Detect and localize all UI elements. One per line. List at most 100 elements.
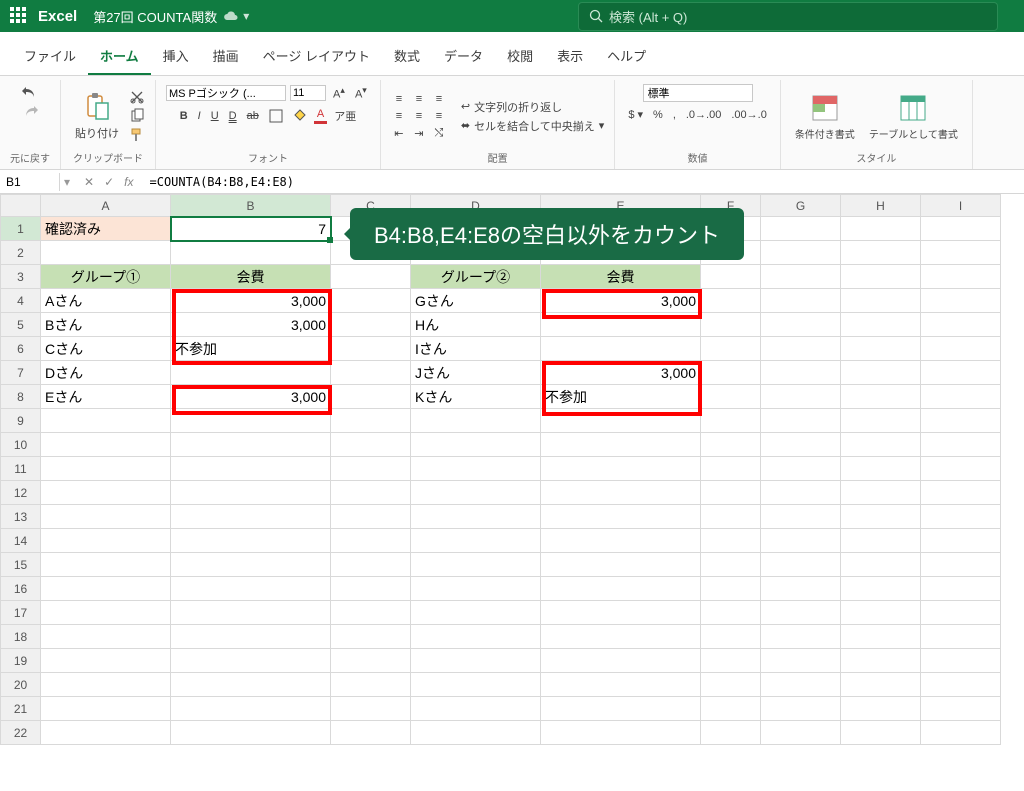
cell-D4[interactable]: Gさん bbox=[411, 289, 541, 313]
cell-E20[interactable] bbox=[541, 673, 701, 697]
comma-button[interactable]: , bbox=[670, 108, 679, 122]
cell-E15[interactable] bbox=[541, 553, 701, 577]
cell-G9[interactable] bbox=[761, 409, 841, 433]
cell-B17[interactable] bbox=[171, 601, 331, 625]
cell-I21[interactable] bbox=[921, 697, 1001, 721]
cell-F15[interactable] bbox=[701, 553, 761, 577]
cell-D21[interactable] bbox=[411, 697, 541, 721]
increase-decimal-button[interactable]: .0→.00 bbox=[683, 108, 724, 122]
cell-B2[interactable] bbox=[171, 241, 331, 265]
cell-C19[interactable] bbox=[331, 649, 411, 673]
cell-G6[interactable] bbox=[761, 337, 841, 361]
currency-button[interactable]: $ ▾ bbox=[625, 107, 646, 122]
cell-A15[interactable] bbox=[41, 553, 171, 577]
cell-A13[interactable] bbox=[41, 505, 171, 529]
cell-H7[interactable] bbox=[841, 361, 921, 385]
orientation-icon[interactable]: ⤭ bbox=[431, 126, 447, 140]
align-center-icon[interactable]: ≡ bbox=[411, 109, 427, 123]
formula-input[interactable] bbox=[144, 173, 1024, 191]
cell-H6[interactable] bbox=[841, 337, 921, 361]
cell-H9[interactable] bbox=[841, 409, 921, 433]
tab-help[interactable]: ヘルプ bbox=[595, 40, 658, 75]
cell-G13[interactable] bbox=[761, 505, 841, 529]
select-all-corner[interactable] bbox=[1, 195, 41, 217]
cell-D11[interactable] bbox=[411, 457, 541, 481]
cell-F20[interactable] bbox=[701, 673, 761, 697]
cell-H5[interactable] bbox=[841, 313, 921, 337]
cell-F13[interactable] bbox=[701, 505, 761, 529]
cell-D8[interactable]: Kさん bbox=[411, 385, 541, 409]
cell-G1[interactable] bbox=[761, 217, 841, 241]
row-header-8[interactable]: 8 bbox=[1, 385, 41, 409]
cell-I3[interactable] bbox=[921, 265, 1001, 289]
cell-C10[interactable] bbox=[331, 433, 411, 457]
cell-I22[interactable] bbox=[921, 721, 1001, 745]
cell-C11[interactable] bbox=[331, 457, 411, 481]
cell-C9[interactable] bbox=[331, 409, 411, 433]
cell-G17[interactable] bbox=[761, 601, 841, 625]
tab-view[interactable]: 表示 bbox=[545, 40, 595, 75]
cell-G16[interactable] bbox=[761, 577, 841, 601]
cell-F3[interactable] bbox=[701, 265, 761, 289]
col-header-I[interactable]: I bbox=[921, 195, 1001, 217]
cell-H11[interactable] bbox=[841, 457, 921, 481]
merge-center-button[interactable]: ⬌セルを結合して中央揃え ▾ bbox=[461, 118, 604, 134]
cell-F19[interactable] bbox=[701, 649, 761, 673]
cell-A11[interactable] bbox=[41, 457, 171, 481]
align-left-icon[interactable]: ≡ bbox=[391, 109, 407, 123]
cell-I11[interactable] bbox=[921, 457, 1001, 481]
cell-I2[interactable] bbox=[921, 241, 1001, 265]
cell-E14[interactable] bbox=[541, 529, 701, 553]
cell-F8[interactable] bbox=[701, 385, 761, 409]
cell-H20[interactable] bbox=[841, 673, 921, 697]
cell-C14[interactable] bbox=[331, 529, 411, 553]
cell-E5[interactable] bbox=[541, 313, 701, 337]
cell-H22[interactable] bbox=[841, 721, 921, 745]
cell-C3[interactable] bbox=[331, 265, 411, 289]
cell-E17[interactable] bbox=[541, 601, 701, 625]
tab-draw[interactable]: 描画 bbox=[201, 40, 251, 75]
cell-I7[interactable] bbox=[921, 361, 1001, 385]
row-header-10[interactable]: 10 bbox=[1, 433, 41, 457]
row-header-5[interactable]: 5 bbox=[1, 313, 41, 337]
cell-D9[interactable] bbox=[411, 409, 541, 433]
cell-B13[interactable] bbox=[171, 505, 331, 529]
cell-F22[interactable] bbox=[701, 721, 761, 745]
row-header-18[interactable]: 18 bbox=[1, 625, 41, 649]
row-header-6[interactable]: 6 bbox=[1, 337, 41, 361]
cell-A18[interactable] bbox=[41, 625, 171, 649]
percent-button[interactable]: % bbox=[650, 108, 666, 122]
row-header-19[interactable]: 19 bbox=[1, 649, 41, 673]
cell-C4[interactable] bbox=[331, 289, 411, 313]
row-header-9[interactable]: 9 bbox=[1, 409, 41, 433]
cell-A2[interactable] bbox=[41, 241, 171, 265]
cell-H16[interactable] bbox=[841, 577, 921, 601]
cell-A8[interactable]: Eさん bbox=[41, 385, 171, 409]
cell-F11[interactable] bbox=[701, 457, 761, 481]
col-header-B[interactable]: B bbox=[171, 195, 331, 217]
cell-G19[interactable] bbox=[761, 649, 841, 673]
align-bottom-icon[interactable]: ≡ bbox=[431, 92, 447, 106]
chevron-down-icon[interactable]: ▾ bbox=[243, 9, 249, 23]
cell-G12[interactable] bbox=[761, 481, 841, 505]
font-name-select[interactable] bbox=[166, 85, 286, 101]
cell-C7[interactable] bbox=[331, 361, 411, 385]
cell-G21[interactable] bbox=[761, 697, 841, 721]
row-header-13[interactable]: 13 bbox=[1, 505, 41, 529]
phonetic-button[interactable]: ア亜 bbox=[331, 107, 359, 125]
increase-font-icon[interactable]: A▴ bbox=[330, 84, 348, 102]
row-header-2[interactable]: 2 bbox=[1, 241, 41, 265]
cell-E9[interactable] bbox=[541, 409, 701, 433]
border-button[interactable] bbox=[266, 108, 286, 124]
cell-I4[interactable] bbox=[921, 289, 1001, 313]
align-top-icon[interactable]: ≡ bbox=[391, 92, 407, 106]
row-header-14[interactable]: 14 bbox=[1, 529, 41, 553]
wrap-text-button[interactable]: ↩文字列の折り返し bbox=[461, 99, 604, 115]
tab-home[interactable]: ホーム bbox=[88, 40, 151, 75]
cell-I17[interactable] bbox=[921, 601, 1001, 625]
tab-file[interactable]: ファイル bbox=[12, 40, 88, 75]
cell-A4[interactable]: Aさん bbox=[41, 289, 171, 313]
cell-H15[interactable] bbox=[841, 553, 921, 577]
cell-I19[interactable] bbox=[921, 649, 1001, 673]
cell-E3[interactable]: 会費 bbox=[541, 265, 701, 289]
